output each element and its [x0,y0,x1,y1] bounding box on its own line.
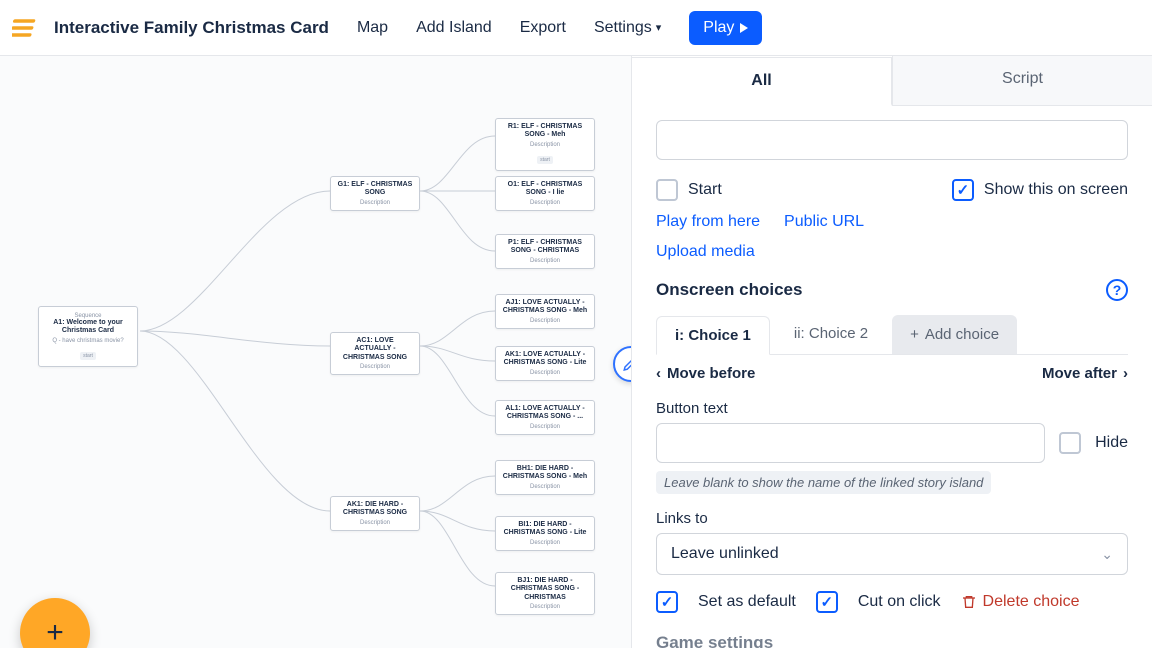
node-ak2[interactable]: AK1: LOVE ACTUALLY - CHRISTMAS SONG - Li… [495,346,595,381]
move-after-link[interactable]: Move after› [1042,365,1128,382]
onscreen-choices-heading: Onscreen choices [656,280,802,300]
nav-add-island[interactable]: Add Island [406,13,502,43]
tab-all[interactable]: All [632,57,892,106]
nav-map[interactable]: Map [347,13,398,43]
delete-choice-link[interactable]: Delete choice [961,593,1080,611]
inspector-panel: All Script Start Show this on screen Pla… [632,56,1152,648]
nav-settings[interactable]: Settings▾ [584,13,671,43]
node-g1[interactable]: G1: ELF - CHRISTMAS SONG Description [330,176,420,211]
start-checkbox[interactable] [656,179,678,201]
node-bh1[interactable]: BH1: DIE HARD - CHRISTMAS SONG - Meh Des… [495,460,595,495]
game-settings-heading: Game settings [656,633,773,648]
hide-checkbox[interactable] [1059,432,1081,454]
node-ac1[interactable]: AC1: LOVE ACTUALLY - CHRISTMAS SONG Desc… [330,332,420,375]
choice-tab-2[interactable]: ii: Choice 2 [776,315,886,354]
node-al1[interactable]: AL1: LOVE ACTUALLY - CHRISTMAS SONG - ..… [495,400,595,435]
plus-icon: + [910,326,919,343]
node-aj1[interactable]: AJ1: LOVE ACTUALLY - CHRISTMAS SONG - Me… [495,294,595,329]
app-logo [12,14,40,42]
app-header: Interactive Family Christmas Card Map Ad… [0,0,1152,56]
node-ak1[interactable]: AK1: DIE HARD - CHRISTMAS SONG Descripti… [330,496,420,531]
node-o1[interactable]: O1: ELF - CHRISTMAS SONG - I lie Descrip… [495,176,595,211]
public-url-link[interactable]: Public URL [784,213,864,231]
choice-tabs: i: Choice 1 ii: Choice 2 +Add choice [656,315,1128,355]
node-bj1[interactable]: BJ1: DIE HARD - CHRISTMAS SONG - CHRISTM… [495,572,595,615]
help-icon[interactable]: ? [1106,279,1128,301]
map-canvas[interactable]: Sequence A1: Welcome to your Christmas C… [0,56,632,648]
start-label: Start [688,181,722,199]
panel-body: Start Show this on screen Play from here… [632,106,1152,648]
upload-media-link[interactable]: Upload media [656,243,755,261]
node-bi1[interactable]: BI1: DIE HARD - CHRISTMAS SONG - Lite De… [495,516,595,551]
move-before-link[interactable]: ‹Move before [656,365,755,382]
choice-tab-1[interactable]: i: Choice 1 [656,316,770,355]
hide-label: Hide [1095,434,1128,452]
panel-tabs: All Script [632,56,1152,106]
main-split: Sequence A1: Welcome to your Christmas C… [0,56,1152,648]
show-on-screen-label: Show this on screen [984,181,1128,199]
play-icon [740,23,748,33]
cut-on-click-label: Cut on click [858,593,941,611]
node-p1[interactable]: P1: ELF - CHRISTMAS SONG - CHRISTMAS Des… [495,234,595,269]
button-text-label: Button text [656,400,1128,417]
chevron-right-icon: › [1123,365,1128,382]
chevron-down-icon: ⌄ [1101,546,1113,563]
cut-on-click-checkbox[interactable] [816,591,838,613]
chevron-down-icon: ▾ [656,21,662,34]
project-title: Interactive Family Christmas Card [54,18,329,38]
links-to-label: Links to [656,510,1128,527]
add-choice-tab[interactable]: +Add choice [892,315,1017,354]
button-text-hint: Leave blank to show the name of the link… [656,471,991,494]
chevron-left-icon: ‹ [656,365,661,382]
tab-script[interactable]: Script [892,56,1152,105]
set-default-checkbox[interactable] [656,591,678,613]
links-to-select[interactable]: Leave unlinked ⌄ [656,533,1128,575]
button-text-input[interactable] [656,423,1045,463]
play-button[interactable]: Play [689,11,762,45]
node-a1[interactable]: Sequence A1: Welcome to your Christmas C… [38,306,138,367]
node-r1[interactable]: R1: ELF - CHRISTMAS SONG - Meh Descripti… [495,118,595,171]
nav-export[interactable]: Export [510,13,576,43]
play-from-here-link[interactable]: Play from here [656,213,760,231]
show-on-screen-checkbox[interactable] [952,179,974,201]
set-default-label: Set as default [698,593,796,611]
description-input[interactable] [656,120,1128,160]
trash-icon [961,594,977,610]
